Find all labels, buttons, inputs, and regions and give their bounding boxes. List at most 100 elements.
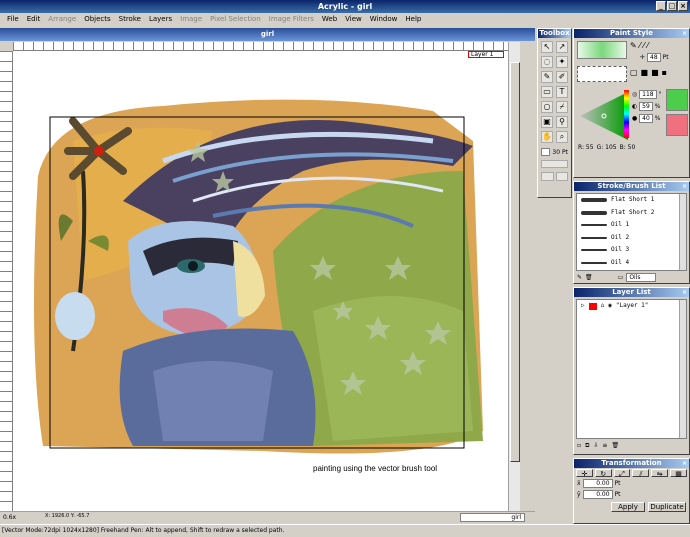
vertical-scrollbar[interactable] [508,42,520,511]
text-icon[interactable]: T [556,86,568,98]
stroke-list-scrollbar[interactable] [679,194,686,270]
list-item[interactable]: Flat Short 2 [577,207,686,220]
minimize-button[interactable]: _ [656,1,666,11]
menu-image-filters[interactable]: Image Filters [265,13,318,25]
move-icon[interactable]: ✛ [640,54,645,61]
stroke-preview[interactable] [577,66,627,82]
rectangle-icon[interactable]: ▭ [541,86,553,98]
toolbox-panel: Toolbox ↖ ↗ ◌ ✦ ✎ ✐ ▭ T ○ ⌿ ▣ ⚲ ✋ ⌕ 30 P… [537,28,572,198]
rotate-mode-icon[interactable]: ↻ [594,469,612,478]
menu-window[interactable]: Window [366,13,402,25]
horizontal-ruler[interactable] [13,42,508,51]
duplicate-layer-icon[interactable]: ⧉ [585,442,589,450]
knife-icon[interactable]: ⌿ [556,101,568,113]
eyedropper-icon[interactable]: ⚲ [556,116,568,128]
layer-list-scrollbar[interactable] [679,300,686,438]
blue-value[interactable]: 50 [628,144,636,151]
panel-close-icon[interactable]: × [682,182,687,191]
red-value[interactable]: 55 [586,144,594,151]
hand-icon[interactable]: ✋ [541,131,553,143]
panel-close-icon[interactable]: × [682,29,687,38]
menu-objects[interactable]: Objects [80,13,114,25]
artwork [34,99,483,454]
expand-arrow-icon[interactable]: ▷ [581,300,585,313]
list-item[interactable]: Flat Short 1 [577,194,686,207]
layer-options-icon[interactable]: ≡ [602,442,607,450]
close-button[interactable]: × [678,1,688,11]
stroke-width-unit: Pt [662,53,669,61]
stroke-option-icon[interactable] [541,160,568,168]
stroke-width-input[interactable]: 48 [647,52,661,62]
stroke-brush-list-panel: Stroke/Brush List × Flat Short 1 Flat Sho… [573,181,690,284]
layer-list-panel: Layer List × ▷ ⌂ ◉ "Layer 1" ▫ ⧉ ⇩ ≡ 🗑 [573,287,690,455]
document-tab[interactable]: girl [460,513,525,522]
menu-help[interactable]: Help [401,13,425,25]
zoom-level[interactable]: 0.6x [3,514,16,521]
menu-web[interactable]: Web [318,13,341,25]
zoom-icon[interactable]: ⌕ [556,131,568,143]
vertical-ruler[interactable] [0,51,13,511]
fill-color-swatch[interactable] [666,89,688,111]
panel-close-icon[interactable]: × [682,288,687,297]
stroke-color-swatch[interactable] [666,114,688,136]
stroke-style-icons[interactable]: ▢■■▪ [630,68,670,77]
panel-close-icon[interactable]: × [682,459,687,468]
layer-row[interactable]: ▷ ⌂ ◉ "Layer 1" [577,300,686,313]
maximize-button[interactable]: □ [667,1,677,11]
ellipse-icon[interactable]: ○ [541,101,553,113]
lock-icon[interactable]: ⌂ [601,300,605,313]
trash-icon[interactable]: 🗑 [585,274,593,281]
menu-image[interactable]: Image [176,13,206,25]
merge-layer-icon[interactable]: ⇩ [593,442,598,450]
brush-new-icon[interactable]: ✎ [577,274,582,281]
fill-icon[interactable]: ▣ [541,116,553,128]
magic-wand-icon[interactable]: ✦ [556,56,568,68]
layer-color-icon [588,302,597,310]
lasso-icon[interactable]: ◌ [541,56,553,68]
menu-pixel-selection[interactable]: Pixel Selection [206,13,265,25]
layer-list-title: Layer List × [574,288,689,297]
grid-mode-icon[interactable]: ▦ [670,469,687,478]
horizontal-scrollbar[interactable]: 0.6x X: 1926.0 Y: -65.7 girl [0,511,535,523]
skew-mode-icon[interactable]: ⫽ [632,469,650,478]
visibility-icon[interactable]: ◉ [608,300,612,313]
list-item[interactable]: Oil 3 [577,244,686,257]
delete-layer-icon[interactable]: 🗑 [611,442,619,450]
layer-name[interactable]: "Layer 1" [616,300,649,313]
subselect-icon[interactable]: ↗ [556,41,568,53]
move-mode-icon[interactable]: ✛ [576,469,593,478]
brush-size-value[interactable]: 30 [552,149,560,156]
brush-nib-icons[interactable]: ✎ ⁄ ⁄ ⁄ [630,41,688,51]
scale-mode-icon[interactable]: ⤢ [613,469,631,478]
document-canvas[interactable] [13,51,508,511]
duplicate-button[interactable]: Duplicate [648,502,686,512]
menu-edit[interactable]: Edit [23,13,45,25]
select-icon[interactable]: ↖ [541,41,553,53]
pen-icon[interactable]: ✎ [541,71,553,83]
x-input[interactable]: 0.00 [582,479,613,488]
apply-button[interactable]: Apply [611,502,645,512]
menu-file[interactable]: File [3,13,23,25]
hue-slider[interactable] [624,90,629,138]
list-item[interactable]: Oil 4 [577,257,686,270]
x-axis-icon: x̄ [577,480,581,487]
list-item[interactable]: Oil 2 [577,232,686,245]
hue-input[interactable]: 118 [639,90,657,99]
stroke-swatch-icon[interactable] [555,172,568,181]
list-item[interactable]: Oil 1 [577,219,686,232]
fill-preview[interactable] [577,41,627,59]
fill-swatch-icon[interactable] [541,172,554,181]
y-input[interactable]: 0.00 [582,490,613,499]
scrollbar-thumb[interactable] [510,62,520,462]
menu-stroke[interactable]: Stroke [115,13,145,25]
new-layer-icon[interactable]: ▫ [577,442,581,450]
green-value[interactable]: 105 [605,144,616,151]
menu-view[interactable]: View [341,13,366,25]
menu-arrange[interactable]: Arrange [44,13,80,25]
value-input[interactable]: 40 [639,114,653,123]
menu-layers[interactable]: Layers [145,13,176,25]
brush-category-select[interactable]: Oils [626,273,656,282]
saturation-input[interactable]: 59 [639,102,653,111]
reflect-mode-icon[interactable]: ⇋ [651,469,669,478]
brush-icon[interactable]: ✐ [556,71,568,83]
